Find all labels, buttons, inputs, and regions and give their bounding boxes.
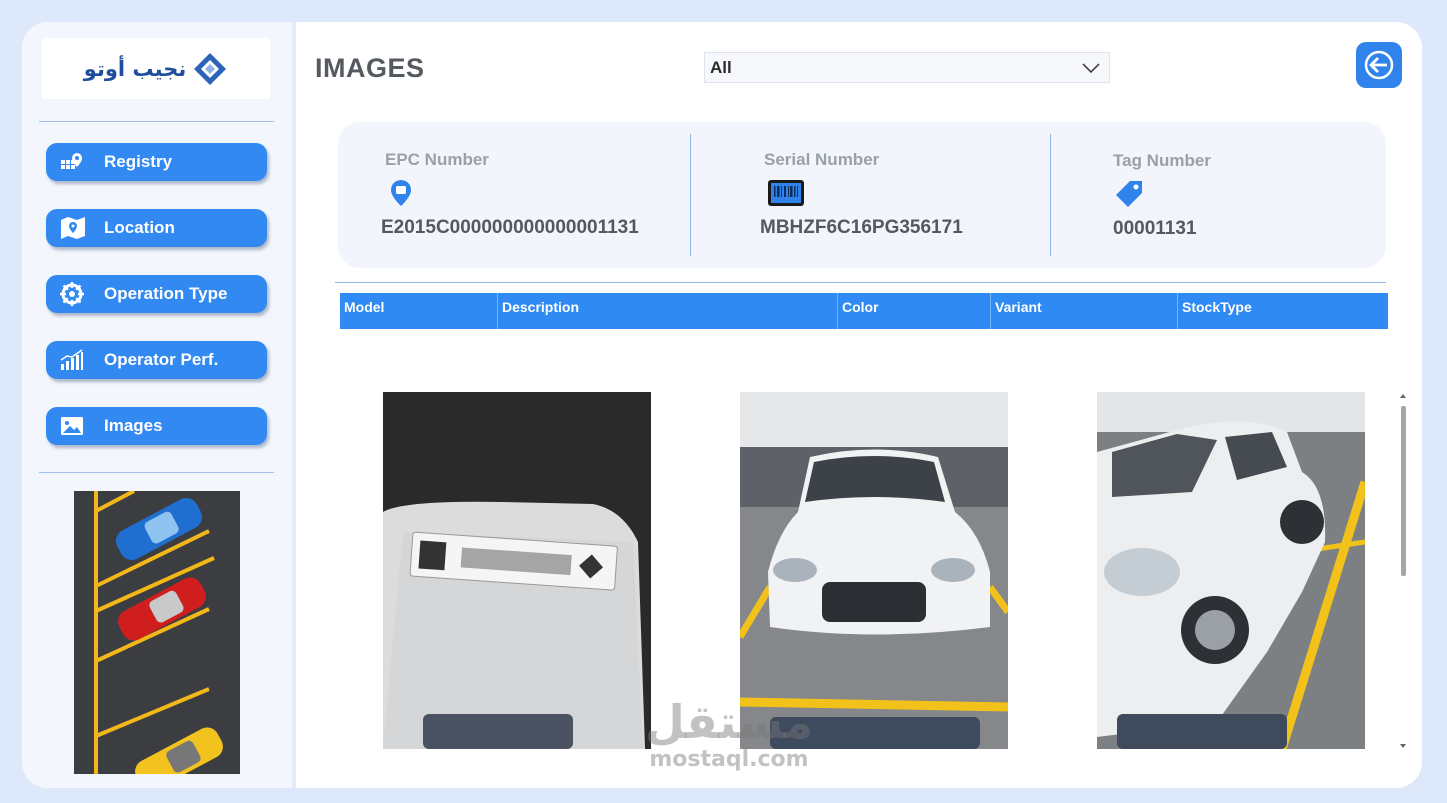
parking-lot-image	[74, 491, 240, 774]
location-pin-icon	[391, 180, 411, 206]
app-frame: نجيب أوتو Registry Location Operation Ty…	[22, 22, 1422, 788]
logo-mark-icon	[194, 52, 227, 85]
page-title: IMAGES	[315, 53, 425, 83]
barcode-icon	[768, 180, 804, 206]
serial-value: MBHZF6C16PG356171	[760, 217, 963, 238]
sidebar-item-registry[interactable]: Registry	[46, 143, 267, 181]
gear-wheel-icon	[60, 282, 94, 306]
vehicle-photo-windshield-tag[interactable]	[383, 392, 651, 749]
chevron-down-icon	[1082, 62, 1100, 73]
sidebar-item-label: Location	[104, 218, 175, 237]
arrow-left-icon	[1364, 50, 1394, 80]
logo-text: نجيب أوتو	[83, 56, 187, 81]
sidebar-item-operator-perf[interactable]: Operator Perf.	[46, 341, 267, 379]
tag-label: Tag Number	[1113, 151, 1211, 170]
image-icon	[60, 416, 94, 436]
tag-icon	[1116, 181, 1142, 207]
bar-chart-icon	[60, 349, 94, 371]
column-header-variant[interactable]: Variant	[990, 293, 1177, 329]
sidebar-divider-bottom	[39, 472, 274, 473]
watermark: مستقل mostaql.com	[634, 698, 824, 774]
card-divider	[690, 134, 691, 256]
sidebar-item-label: Images	[104, 416, 163, 435]
epc-value: E2015C000000000000001131	[381, 217, 639, 238]
sidebar-item-location[interactable]: Location	[46, 209, 267, 247]
watermark-latin: mostaql.com	[649, 747, 809, 772]
identifier-card: EPC Number E2015C000000000000001131 Seri…	[338, 122, 1386, 268]
filter-value: All	[710, 57, 732, 77]
sidebar-item-operation-type[interactable]: Operation Type	[46, 275, 267, 313]
back-button[interactable]	[1356, 42, 1402, 88]
column-header-model[interactable]: Model	[340, 293, 497, 329]
serial-label: Serial Number	[764, 150, 880, 169]
sidebar-item-images[interactable]: Images	[46, 407, 267, 445]
sidebar-divider-top	[39, 121, 274, 122]
epc-label: EPC Number	[385, 150, 489, 169]
map-pin-icon	[60, 216, 94, 240]
column-header-stocktype[interactable]: StockType	[1177, 293, 1388, 329]
table-header: Model Description Color Variant StockTyp…	[340, 293, 1388, 329]
sidebar: نجيب أوتو Registry Location Operation Ty…	[22, 22, 292, 788]
tag-value: 00001131	[1113, 218, 1197, 239]
sidebar-separator	[292, 22, 296, 788]
logo: نجيب أوتو	[42, 38, 270, 99]
card-divider	[1050, 134, 1051, 256]
sidebar-item-label: Operator Perf.	[104, 350, 219, 369]
watermark-arabic: مستقل	[644, 695, 814, 749]
filter-dropdown[interactable]: All	[704, 52, 1110, 83]
registry-icon	[60, 151, 94, 173]
vehicle-photo-side[interactable]	[1097, 392, 1365, 749]
content-divider	[335, 282, 1386, 283]
images-scrollbar[interactable]	[1398, 394, 1408, 750]
sidebar-item-label: Registry	[104, 152, 173, 171]
column-header-description[interactable]: Description	[497, 293, 837, 329]
column-header-color[interactable]: Color	[837, 293, 990, 329]
sidebar-item-label: Operation Type	[104, 284, 228, 303]
